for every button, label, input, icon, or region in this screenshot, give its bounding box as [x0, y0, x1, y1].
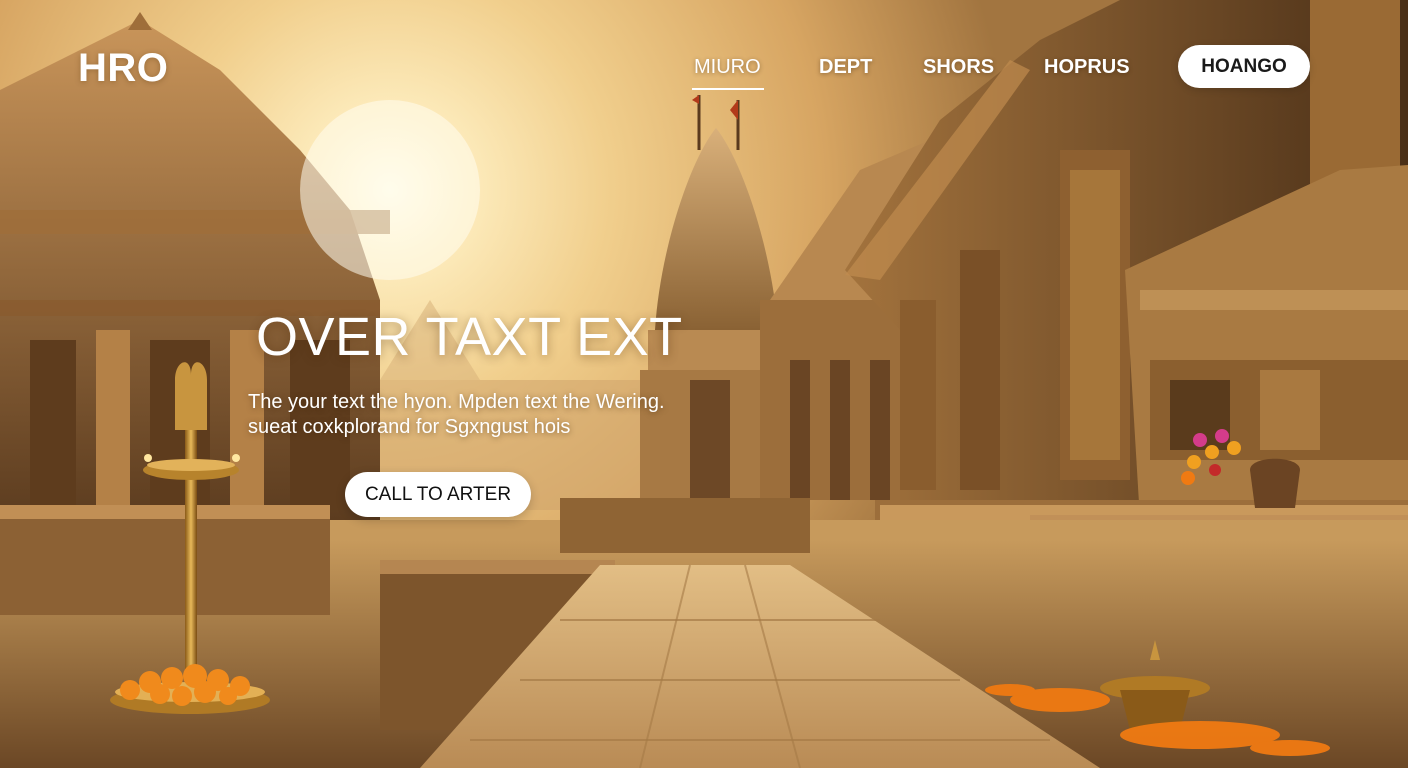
hero-subtext: The your text the hyon. Mpden text the W… [248, 390, 768, 440]
nav-cta-button[interactable]: HOANGO [1178, 45, 1310, 88]
hero-cta-button[interactable]: CALL TO ARTER [345, 472, 531, 517]
hero-section: HRO MIURO DEPT SHORS HOPRUS HOANGO OVER … [0, 0, 1408, 768]
hero-subtext-line: sueat coxkplorand for Sgxngust hois [248, 416, 571, 438]
hero-headline: OVER TAXT EXT [256, 307, 683, 367]
nav-item-miuro[interactable]: MIURO [694, 56, 761, 79]
hero-subtext-line: The your text the hyon. Mpden text the W… [248, 391, 665, 413]
nav-active-indicator [692, 88, 764, 90]
nav-item-shors[interactable]: SHORS [923, 56, 994, 79]
nav-item-hoprus[interactable]: HOPRUS [1044, 56, 1130, 79]
nav-item-dept[interactable]: DEPT [819, 56, 872, 79]
temple-background-image [0, 0, 1408, 768]
